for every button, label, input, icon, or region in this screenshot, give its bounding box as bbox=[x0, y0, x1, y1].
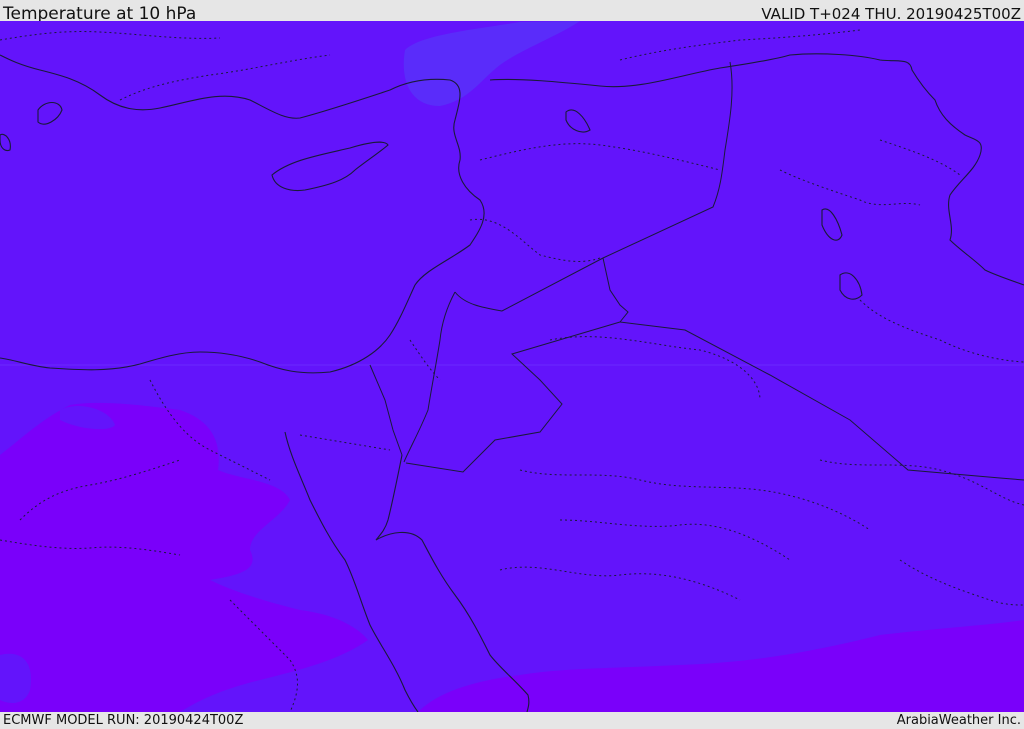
footer-bar: ECMWF MODEL RUN: 20190424T00Z ArabiaWeat… bbox=[0, 712, 1024, 729]
header-bar: Temperature at 10 hPa VALID T+024 THU. 2… bbox=[0, 0, 1024, 24]
model-run-label: ECMWF MODEL RUN: 20190424T00Z bbox=[3, 713, 244, 728]
credit-label: ArabiaWeather Inc. bbox=[896, 713, 1021, 728]
map-canvas bbox=[0, 21, 1024, 712]
weather-map[interactable] bbox=[0, 21, 1024, 712]
